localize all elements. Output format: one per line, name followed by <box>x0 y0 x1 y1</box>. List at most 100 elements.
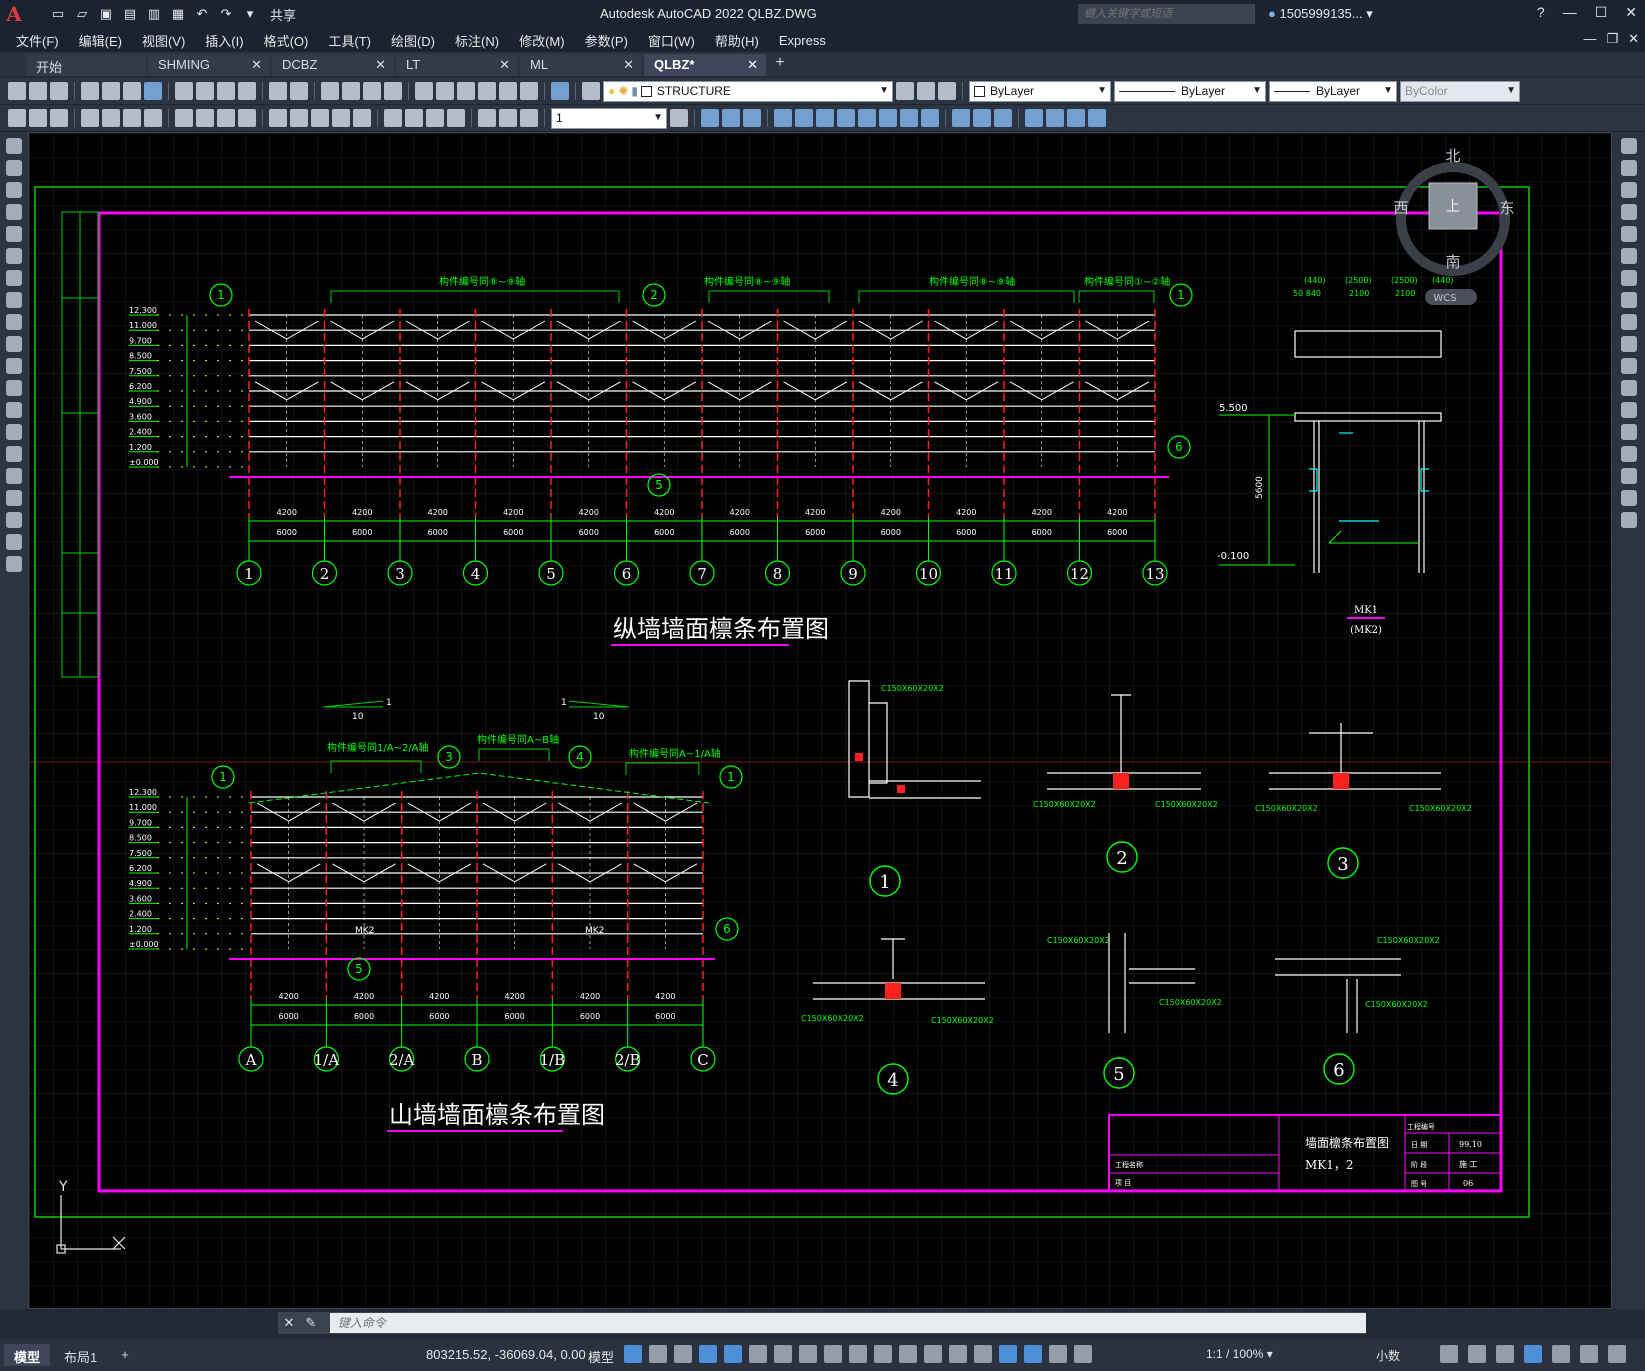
viewcube-east[interactable]: 东 <box>1499 199 1514 217</box>
menu-dimension[interactable]: 标注(N) <box>455 31 499 50</box>
extend-icon[interactable] <box>921 109 939 127</box>
insert-block-icon[interactable] <box>6 380 22 396</box>
move-tool-icon[interactable] <box>1620 248 1637 264</box>
dynamic-input-icon[interactable] <box>699 1345 717 1363</box>
jogged-linear-icon[interactable] <box>447 109 465 127</box>
layer-properties-icon[interactable] <box>582 82 600 100</box>
isolate-objects-icon[interactable] <box>1524 1345 1542 1363</box>
undo-icon[interactable]: ↶ <box>192 4 212 24</box>
drawing-svg[interactable]: 构件编号同⑧~⑨轴 构件编号同⑧~⑨轴 构件编号同⑧~⑨轴 构件编号同①~②轴 … <box>29 133 1612 1309</box>
markup-icon[interactable] <box>499 82 517 100</box>
open-icon[interactable] <box>29 82 47 100</box>
ellipse-arc-icon[interactable] <box>6 358 22 374</box>
autoscale-icon[interactable] <box>1049 1345 1067 1363</box>
offset-tool-icon[interactable] <box>1620 204 1637 220</box>
lock-ui-icon[interactable] <box>1496 1345 1514 1363</box>
break-tool-icon[interactable] <box>1620 402 1637 418</box>
offset-icon[interactable] <box>774 109 792 127</box>
tab-close-icon[interactable]: ✕ <box>375 57 386 73</box>
erase-icon[interactable] <box>701 109 719 127</box>
ellipse-tool-icon[interactable] <box>6 336 22 352</box>
circle-tool-icon[interactable] <box>6 270 22 286</box>
zoom-previous-icon[interactable] <box>384 82 402 100</box>
spline-tool-icon[interactable] <box>6 314 22 330</box>
aligned-dim-icon[interactable] <box>102 109 120 127</box>
selection-filter-icon[interactable] <box>974 1345 992 1363</box>
ordinate-dim-icon[interactable] <box>144 109 162 127</box>
stretch-tool-icon[interactable] <box>1620 314 1637 330</box>
infer-constraints-icon[interactable] <box>674 1345 692 1363</box>
layer-previous-icon[interactable] <box>917 82 935 100</box>
dim-space-icon[interactable] <box>332 109 350 127</box>
make-current-icon[interactable] <box>896 82 914 100</box>
array-icon[interactable] <box>795 109 813 127</box>
menu-help[interactable]: 帮助(H) <box>715 31 759 50</box>
plot-preview-icon[interactable] <box>102 82 120 100</box>
gradient-tool-icon[interactable] <box>6 468 22 484</box>
rotate-icon[interactable] <box>837 109 855 127</box>
continue-dim-icon[interactable] <box>311 109 329 127</box>
save-as-icon[interactable]: ▤ <box>120 4 140 24</box>
edit-polyline-icon[interactable] <box>1088 109 1106 127</box>
zoom-window-icon[interactable] <box>363 82 381 100</box>
quick-dim-icon[interactable] <box>269 109 287 127</box>
menu-edit[interactable]: 编辑(E) <box>79 31 122 50</box>
lineweight-icon[interactable] <box>849 1345 867 1363</box>
command-close-icon[interactable]: ✕ <box>278 1315 300 1331</box>
transparency-icon[interactable] <box>874 1345 892 1363</box>
baseline-dim-icon[interactable] <box>290 109 308 127</box>
user-account[interactable]: ● 1505999135... ▾ <box>1268 6 1373 22</box>
menu-file[interactable]: 文件(F) <box>16 31 59 50</box>
match-properties-icon[interactable] <box>238 82 256 100</box>
new-file-icon[interactable]: ▭ <box>48 4 68 24</box>
linetype-dropdown[interactable]: ByLayer ▼ <box>1114 80 1266 102</box>
menu-format[interactable]: 格式(O) <box>264 31 309 50</box>
zoom-realtime-icon[interactable] <box>342 82 360 100</box>
inspection-icon[interactable] <box>426 109 444 127</box>
lineweight-dropdown[interactable]: ByLayer ▼ <box>1269 80 1397 102</box>
tab-close-icon[interactable]: ✕ <box>623 57 634 73</box>
hardware-acceleration-icon[interactable] <box>1552 1345 1570 1363</box>
extend-tool-icon[interactable] <box>1620 358 1637 374</box>
properties-icon[interactable] <box>415 82 433 100</box>
workspace-icon[interactable] <box>1440 1345 1458 1363</box>
clean-screen-icon[interactable] <box>1580 1345 1598 1363</box>
gizmo-icon[interactable] <box>999 1345 1017 1363</box>
multiline-text-icon[interactable] <box>6 534 22 550</box>
plotstyle-dropdown[interactable]: ByColor ▼ <box>1400 80 1520 102</box>
blend-tool-icon[interactable] <box>1620 490 1637 506</box>
layout-tab-model[interactable]: 模型 <box>4 1344 51 1366</box>
arc-tool-icon[interactable] <box>6 248 22 264</box>
add-layout-icon[interactable]: + <box>111 1344 139 1366</box>
search-input[interactable] <box>1078 4 1255 24</box>
tolerance-icon[interactable] <box>384 109 402 127</box>
viewcube-south[interactable]: 南 <box>1445 253 1460 271</box>
scale-icon[interactable] <box>858 109 876 127</box>
scale-tool-icon[interactable] <box>1620 292 1637 308</box>
maximize-icon[interactable]: ☐ <box>1595 4 1608 21</box>
break-point-icon[interactable] <box>1620 380 1637 396</box>
new-icon[interactable] <box>8 82 26 100</box>
join-tool-icon[interactable] <box>1620 424 1637 440</box>
tab-qlbz[interactable]: QLBZ* ✕ <box>644 54 766 76</box>
tab-dcbz[interactable]: DCBZ ✕ <box>272 54 394 76</box>
viewcube-north[interactable]: 北 <box>1445 147 1460 165</box>
redo-icon[interactable]: ↷ <box>216 4 236 24</box>
fillet-tool-icon[interactable] <box>1620 468 1637 484</box>
doc-close-icon[interactable]: ✕ <box>1628 31 1639 47</box>
open-file-icon[interactable]: ▱ <box>72 4 92 24</box>
tool-palettes-icon[interactable] <box>457 82 475 100</box>
pan-icon[interactable] <box>321 82 339 100</box>
mirror-icon[interactable] <box>743 109 761 127</box>
tab-close-icon[interactable]: ✕ <box>251 57 262 73</box>
new-tab-icon[interactable]: + <box>768 54 792 76</box>
plot-icon[interactable]: ▦ <box>168 4 188 24</box>
trim-icon[interactable] <box>900 109 918 127</box>
add-selected-icon[interactable] <box>6 556 22 572</box>
revision-cloud-icon[interactable] <box>6 292 22 308</box>
color-dropdown[interactable]: ByLayer ▼ <box>969 80 1111 102</box>
quick-properties-icon[interactable] <box>1468 1345 1486 1363</box>
diameter-dim-icon[interactable] <box>217 109 235 127</box>
polygon-tool-icon[interactable] <box>6 204 22 220</box>
undo-icon[interactable] <box>269 82 287 100</box>
